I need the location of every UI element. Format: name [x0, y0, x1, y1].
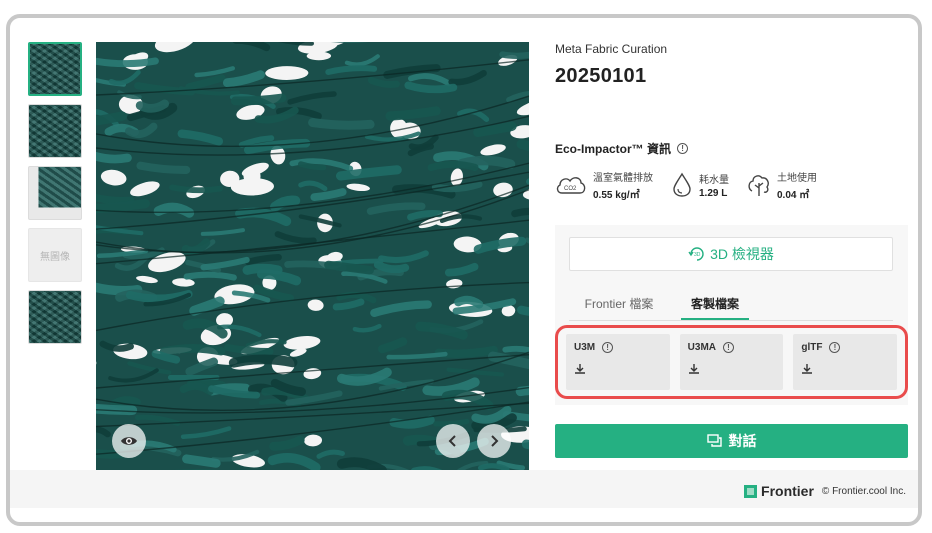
eco-heading-text: Eco-Impactor™ 資訊	[555, 142, 672, 156]
metric-value: 1.29 L	[699, 188, 728, 199]
frontier-logo-icon	[744, 484, 758, 498]
chat-icon	[706, 434, 722, 447]
metric-label: 土地使用	[777, 173, 817, 184]
thumbnail-1[interactable]	[28, 42, 82, 96]
chevron-left-icon	[448, 435, 456, 447]
fabric-texture	[96, 42, 529, 472]
format-label: U3M	[574, 342, 596, 353]
format-label: U3MA	[687, 342, 717, 353]
info-icon[interactable]: !	[829, 342, 841, 353]
3d-rotate-icon: 3D	[688, 247, 704, 261]
cloud-co2-icon: CO2	[556, 177, 586, 194]
file-panel: 3D 3D 檢視器 Frontier 檔案 客製檔案 U3M ! U3MA ! …	[555, 225, 908, 405]
product-info: Meta Fabric Curation 20250101 Eco-Impact…	[555, 42, 908, 201]
download-gltf[interactable]: glTF !	[793, 334, 898, 390]
footer: Frontier © Frontier.cool Inc.	[10, 470, 918, 508]
chat-label: 對話	[728, 433, 757, 449]
svg-text:3D: 3D	[694, 252, 701, 258]
brand: Frontier © Frontier.cool Inc.	[744, 483, 906, 499]
water-drop-icon	[673, 172, 691, 197]
metric-ghg: CO2 溫室氣體排放 0.55 kg/㎡	[555, 169, 653, 201]
thumbnail-5[interactable]	[28, 290, 82, 344]
metric-water: 耗水量 1.29 L	[671, 169, 729, 201]
eco-impactor-heading: Eco-Impactor™ 資訊 !	[555, 140, 908, 157]
format-label: glTF	[801, 342, 823, 353]
no-image-label: 無圖像	[40, 251, 70, 263]
download-icon[interactable]	[801, 363, 813, 375]
preview-toggle-button[interactable]	[112, 424, 146, 458]
svg-text:CO2: CO2	[564, 186, 577, 192]
info-icon[interactable]: !	[602, 342, 614, 353]
app-frame: 無圖像 Meta Fabric Curation 20250101 Eco-Im…	[6, 14, 922, 526]
info-icon[interactable]: !	[723, 342, 735, 353]
download-icon[interactable]	[574, 363, 586, 375]
file-tabs: Frontier 檔案 客製檔案	[569, 287, 893, 321]
download-formats: U3M ! U3MA ! glTF !	[555, 325, 908, 399]
product-title: 20250101	[555, 65, 647, 87]
download-u3ma[interactable]: U3MA !	[679, 334, 784, 390]
3d-viewer-label: 3D 檢視器	[710, 246, 774, 262]
chat-button[interactable]: 對話	[555, 424, 908, 458]
chevron-right-icon	[491, 435, 499, 447]
eye-icon	[121, 437, 137, 445]
metric-label: 耗水量	[699, 175, 729, 186]
brand-name: Frontier	[761, 483, 814, 499]
tab-frontier-files[interactable]: Frontier 檔案	[569, 287, 669, 320]
metric-land: 土地使用 0.04 ㎡	[747, 169, 817, 201]
collection-name: Meta Fabric Curation	[555, 42, 668, 56]
3d-viewer-button[interactable]: 3D 3D 檢視器	[569, 237, 893, 271]
copyright: © Frontier.cool Inc.	[821, 485, 906, 497]
metric-label: 溫室氣體排放	[593, 173, 653, 184]
thumbnail-4[interactable]: 無圖像	[28, 228, 82, 282]
metric-value: 0.55 kg/㎡	[593, 190, 640, 201]
metric-value: 0.04 ㎡	[777, 190, 810, 201]
download-u3m[interactable]: U3M !	[566, 334, 670, 390]
thumbnail-3[interactable]	[28, 166, 82, 220]
tab-custom-files[interactable]: 客製檔案	[681, 287, 749, 320]
next-image-button[interactable]	[477, 424, 511, 458]
info-icon[interactable]: !	[677, 143, 689, 154]
main-fabric-image	[96, 42, 529, 472]
thumbnail-2[interactable]	[28, 104, 82, 158]
eco-metrics: CO2 溫室氣體排放 0.55 kg/㎡ 耗水量 1.29 L 土地使用 0.0…	[555, 169, 908, 201]
previous-image-button[interactable]	[436, 424, 470, 458]
thumbnail-list: 無圖像	[28, 42, 82, 352]
land-leaf-icon	[748, 175, 769, 196]
download-icon[interactable]	[688, 363, 700, 375]
